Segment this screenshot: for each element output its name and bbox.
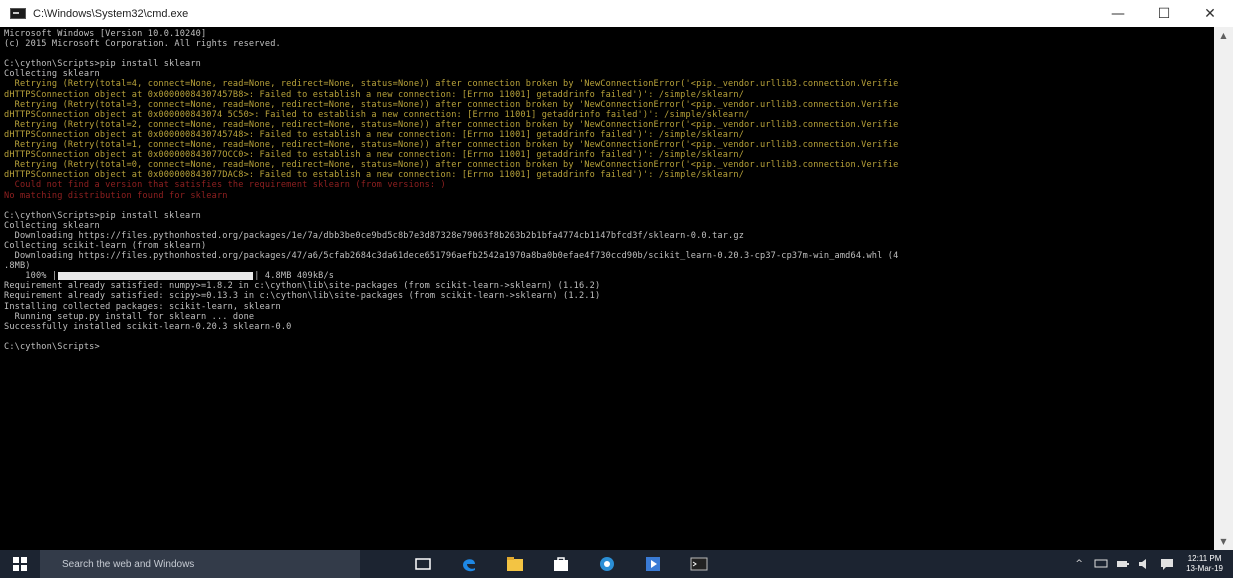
taskbar-search[interactable]: Search the web and Windows	[40, 550, 360, 578]
console-line: Downloading https://files.pythonhosted.o…	[4, 230, 745, 241]
console-line: (c) 2015 Microsoft Corporation. All righ…	[4, 39, 281, 50]
close-button[interactable]: ✕	[1187, 0, 1233, 27]
console-line: dHTTPSConnection object at 0x00000084307…	[4, 89, 745, 100]
console-line: dHTTPSConnection object at 0x00000084307…	[4, 129, 745, 140]
cmd-window[interactable]: C:\Windows\System32\cmd.exe — ☐ ✕ Micros…	[0, 0, 1233, 550]
start-button[interactable]	[0, 550, 40, 578]
network-icon[interactable]	[1094, 559, 1108, 569]
store-icon[interactable]	[538, 550, 584, 578]
notifications-icon[interactable]	[1160, 559, 1174, 570]
console-line: Collecting sklearn	[4, 69, 100, 80]
windows-logo-icon	[13, 557, 27, 571]
console-line: dHTTPSConnection object at 0x00000084307…	[4, 170, 745, 181]
console-line: Collecting sklearn	[4, 220, 100, 231]
console-line: Installing collected packages: scikit-le…	[4, 301, 281, 312]
clock-time: 12:11 PM	[1187, 554, 1222, 563]
title-bar[interactable]: C:\Windows\System32\cmd.exe — ☐ ✕	[0, 0, 1233, 27]
battery-icon[interactable]	[1116, 559, 1130, 569]
chevron-up-icon[interactable]: ^	[1072, 559, 1086, 569]
console-line: Retrying (Retry(total=0, connect=None, r…	[4, 160, 899, 171]
console-line: Could not find a version that satisfies …	[4, 180, 446, 191]
cmd-taskbar-icon[interactable]	[676, 550, 722, 578]
scroll-down-arrow[interactable]: ▼	[1214, 533, 1233, 550]
task-view-icon[interactable]	[400, 550, 446, 578]
console-line: .8MB)	[4, 261, 31, 272]
console-line: Retrying (Retry(total=3, connect=None, r…	[4, 99, 899, 110]
scroll-up-arrow[interactable]: ▲	[1214, 27, 1233, 44]
progress-percent: 100% |	[4, 271, 58, 282]
clock-date: 13-Mar-19	[1186, 564, 1223, 573]
volume-icon[interactable]	[1138, 559, 1152, 569]
pinned-apps	[400, 550, 722, 578]
console-line: Microsoft Windows [Version 10.0.10240]	[4, 29, 207, 39]
console-line: dHTTPSConnection object at 0x00000084307…	[4, 109, 750, 120]
progress-speed: | 4.8MB 409kB/s	[254, 271, 335, 282]
console-line: Collecting scikit-learn (from sklearn)	[4, 240, 207, 251]
maximize-button[interactable]: ☐	[1141, 0, 1187, 27]
window-title: C:\Windows\System32\cmd.exe	[33, 7, 189, 20]
console-line: Retrying (Retry(total=1, connect=None, r…	[4, 140, 899, 151]
console-line: Downloading https://files.pythonhosted.o…	[4, 251, 899, 262]
console-line: C:\cython\Scripts>pip install sklearn	[4, 59, 201, 70]
file-explorer-icon[interactable]	[492, 550, 538, 578]
download-progress: 100% | | 4.8MB 409kB/s	[4, 271, 1214, 281]
console-line: Requirement already satisfied: numpy>=1.…	[4, 281, 601, 292]
cmd-icon	[10, 8, 26, 19]
system-tray: ^ 12:11 PM 13-Mar-19	[1068, 550, 1227, 578]
console-line: C:\cython\Scripts>pip install sklearn	[4, 210, 201, 221]
console-line: Retrying (Retry(total=2, connect=None, r…	[4, 119, 899, 130]
console-line: C:\cython\Scripts>	[4, 341, 100, 352]
console-line: Successfully installed scikit-learn-0.20…	[4, 321, 292, 332]
console-line: Running setup.py install for sklearn ...…	[4, 311, 255, 322]
clock[interactable]: 12:11 PM 13-Mar-19	[1186, 554, 1223, 574]
minimize-button[interactable]: —	[1095, 0, 1141, 27]
vertical-scrollbar[interactable]: ▲ ▼	[1214, 27, 1233, 550]
search-placeholder: Search the web and Windows	[62, 558, 195, 570]
media-player-icon[interactable]	[630, 550, 676, 578]
window-controls: — ☐ ✕	[1095, 0, 1233, 27]
console-output[interactable]: Microsoft Windows [Version 10.0.10240] (c…	[0, 27, 1214, 550]
console-line: dHTTPSConnection object at 0x00000084307…	[4, 150, 745, 161]
taskbar: Search the web and Windows ^ 12:11 PM 13…	[0, 550, 1233, 578]
outlook-icon[interactable]	[584, 550, 630, 578]
progress-bar	[58, 272, 254, 281]
console-line: Retrying (Retry(total=4, connect=None, r…	[4, 79, 899, 90]
edge-icon[interactable]	[446, 550, 492, 578]
console-line: Requirement already satisfied: scipy>=0.…	[4, 291, 601, 302]
console-line: No matching distribution found for sklea…	[4, 190, 228, 201]
